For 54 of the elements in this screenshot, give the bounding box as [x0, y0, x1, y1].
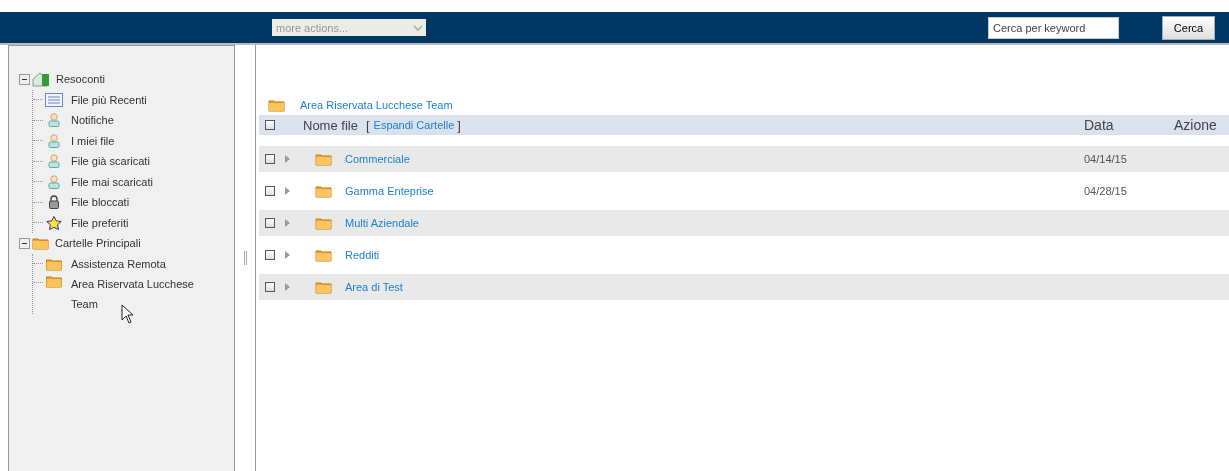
folder-icon: [315, 216, 332, 230]
user-icon: [45, 154, 63, 169]
splitter-handle[interactable]: [243, 251, 247, 265]
tree-item[interactable]: Resoconti: [56, 73, 105, 86]
breadcrumb-link[interactable]: Area Riservata Lucchese Team: [300, 99, 453, 111]
search-button[interactable]: Cerca: [1162, 15, 1215, 40]
column-header: Azione: [1174, 117, 1218, 133]
folder-link[interactable]: Gamma Enteprise: [345, 185, 434, 197]
tree-item[interactable]: File più Recenti: [71, 93, 147, 106]
folder-icon: [315, 248, 332, 262]
column-header: Data: [1084, 117, 1115, 133]
house-icon: [32, 71, 50, 88]
folder-icon: [315, 280, 332, 294]
tree-item[interactable]: Notifiche: [71, 114, 114, 127]
select-all-checkbox[interactable]: [265, 120, 275, 130]
expand-arrow-icon[interactable]: [285, 187, 290, 195]
mouse-pointer-icon: [121, 304, 135, 324]
bracket-text: [: [365, 117, 370, 133]
row-checkbox[interactable]: [265, 218, 275, 228]
tree-item[interactable]: File mai scaricati: [71, 175, 153, 188]
row-checkbox[interactable]: [265, 282, 275, 292]
folder-icon: [315, 152, 332, 166]
row-checkbox[interactable]: [265, 250, 275, 260]
folder-icon: [32, 236, 49, 251]
star-icon: [45, 215, 63, 230]
user-icon: [45, 113, 63, 128]
user-icon: [45, 174, 63, 189]
folder-link[interactable]: Area di Test: [345, 281, 403, 293]
date-text: 04/14/15: [1084, 153, 1128, 165]
column-header: Nome file: [303, 117, 358, 133]
list-icon: [45, 92, 63, 107]
tree-item[interactable]: Cartelle Principali: [55, 237, 141, 250]
row-checkbox[interactable]: [265, 186, 275, 196]
date-text: 04/28/15: [1084, 185, 1128, 197]
bracket-text: ]: [457, 117, 461, 133]
tree-item[interactable]: File già scaricati: [71, 155, 150, 168]
folder-icon: [268, 98, 285, 112]
tree-item[interactable]: Area Riservata Lucchese Team: [71, 274, 211, 314]
user-icon: [45, 133, 63, 148]
tree-item[interactable]: File bloccati: [71, 196, 130, 209]
folder-link[interactable]: Redditi: [345, 249, 380, 261]
row-checkbox[interactable]: [265, 154, 275, 164]
folder-icon: [45, 274, 63, 288]
folder-icon: [45, 256, 63, 271]
search-field[interactable]: Cerca per keyword: [988, 16, 1119, 39]
tree-item[interactable]: I miei file: [71, 134, 115, 147]
tree-item[interactable]: File preferiti: [71, 216, 129, 229]
collapse-toggle-icon[interactable]: [19, 237, 30, 249]
collapse-toggle-icon[interactable]: [19, 73, 30, 85]
tree-item[interactable]: Assistenza Remota: [71, 257, 166, 270]
folder-link[interactable]: Commerciale: [345, 153, 410, 165]
folder-link[interactable]: Multi Aziendale: [345, 217, 419, 229]
folder-icon: [315, 184, 332, 198]
expand-arrow-icon[interactable]: [285, 251, 290, 259]
